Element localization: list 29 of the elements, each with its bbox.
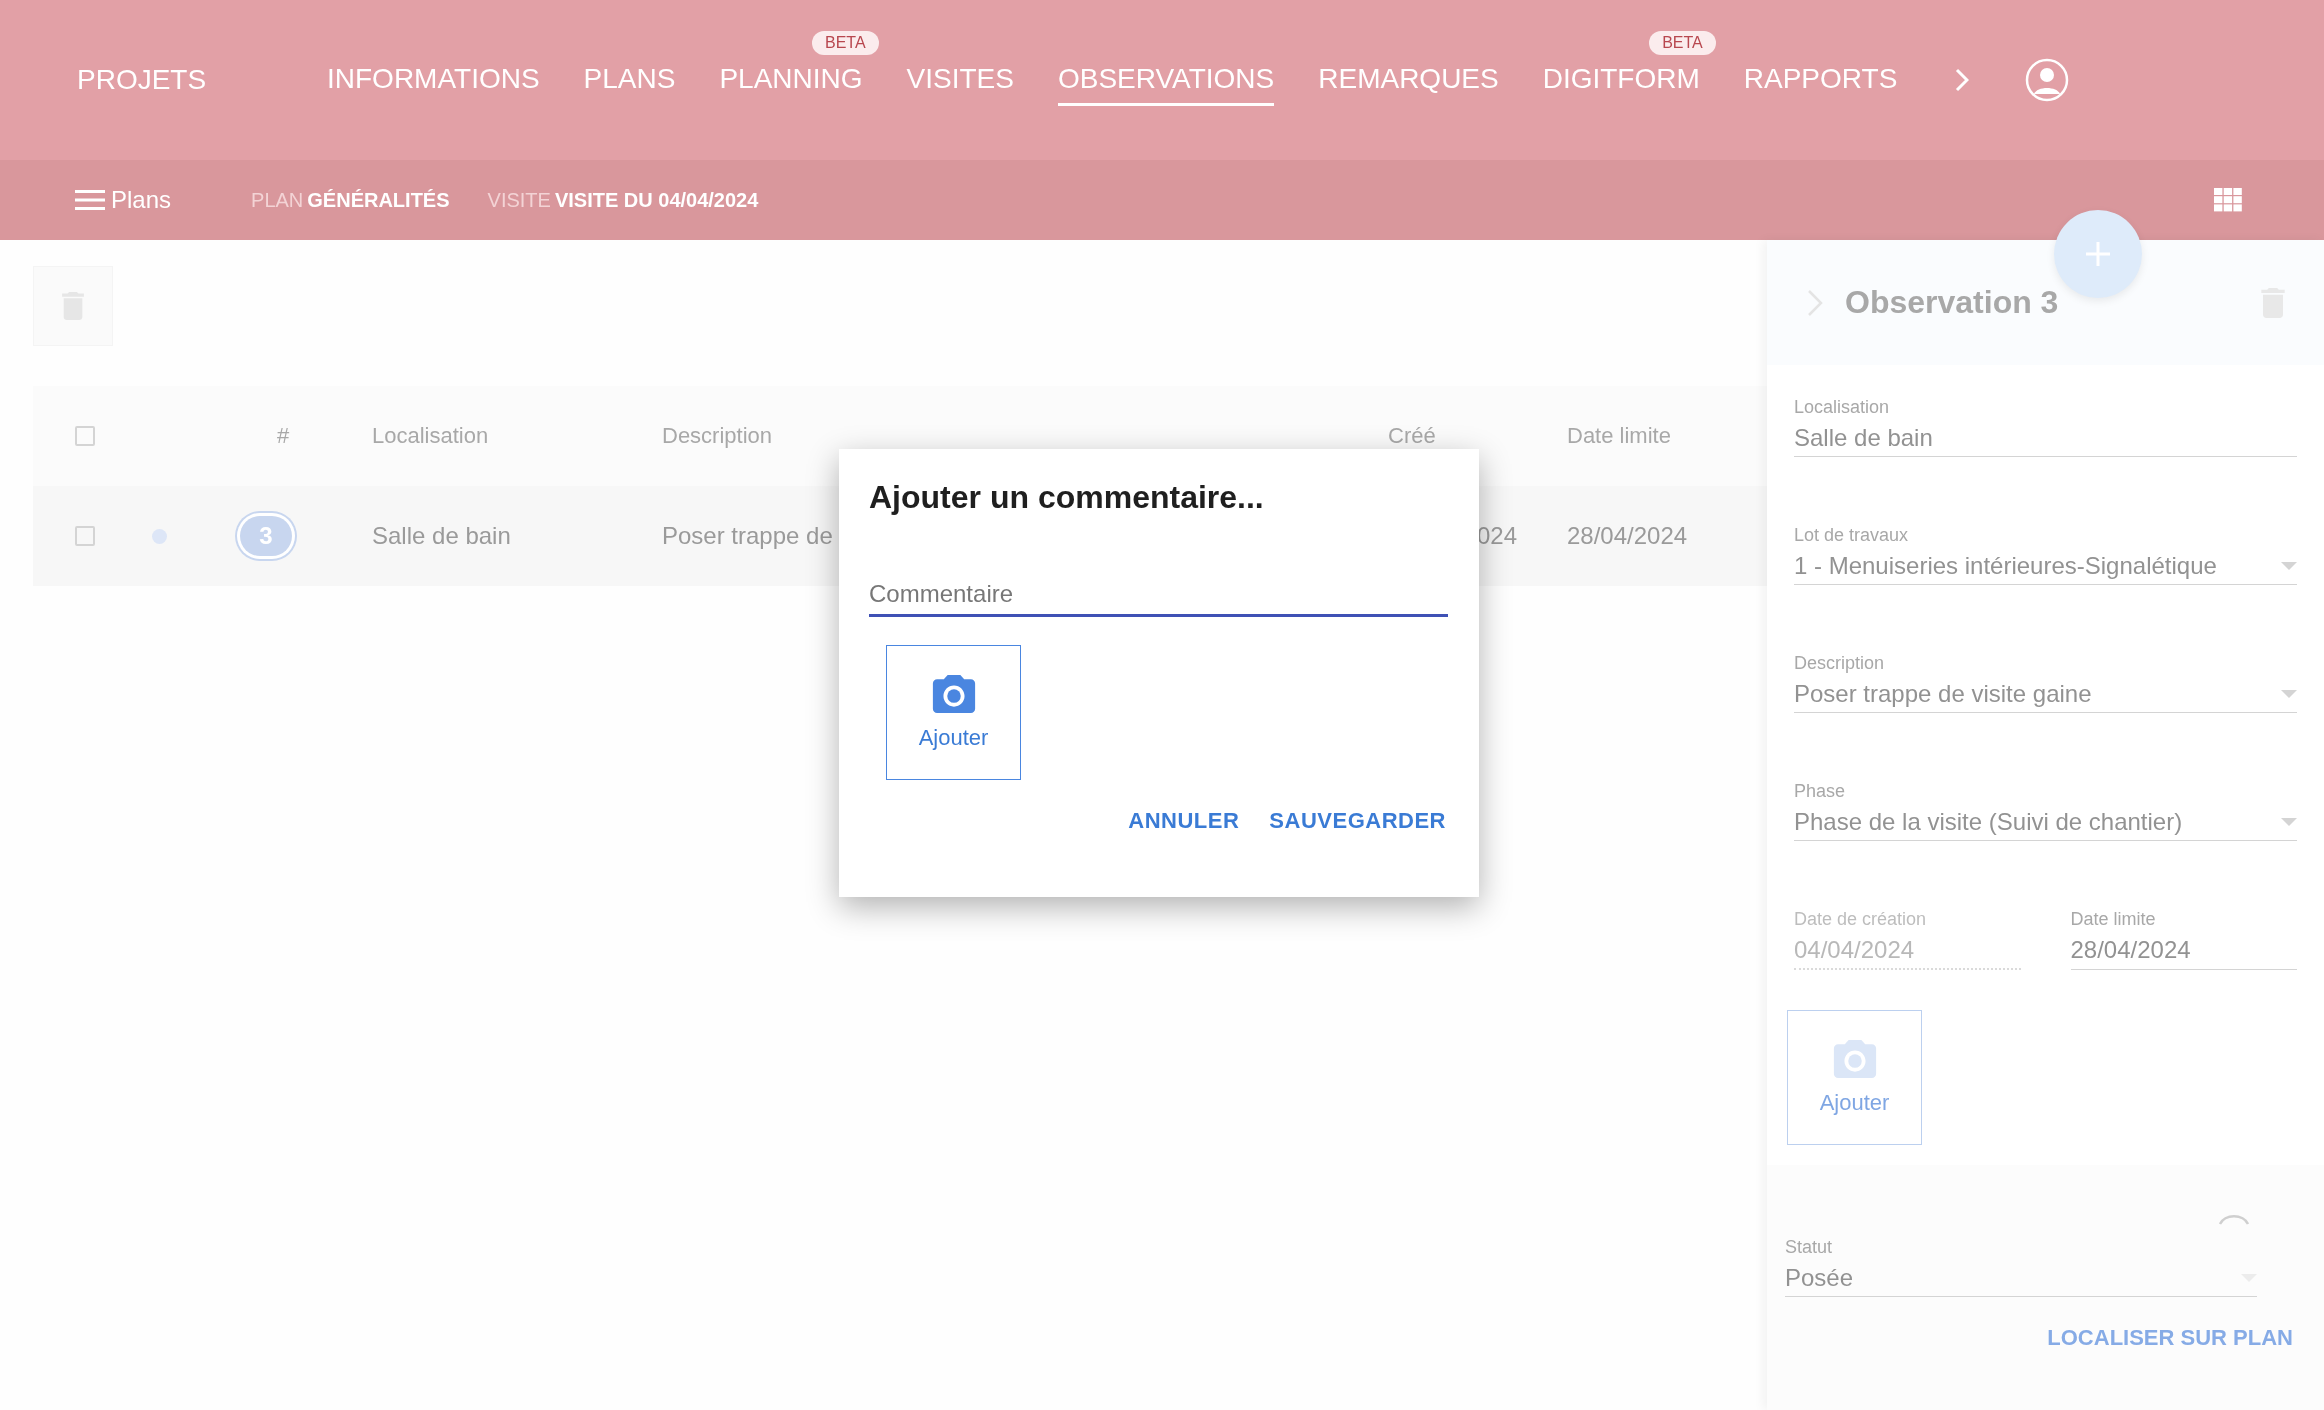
field-label: Phase	[1794, 781, 1847, 802]
field-label: Date limite	[2070, 909, 2157, 930]
field-value: 28/04/2024	[2070, 936, 2192, 964]
column-header: Date limite	[1567, 423, 1672, 449]
field-label: Statut	[1785, 1237, 1834, 1258]
panel-title: Observation 3	[1845, 284, 2060, 321]
field-value: Phase de la visite (Suivi de chantier)	[1794, 808, 2184, 836]
field-label: Description	[1794, 653, 1886, 674]
field-label: Date de création	[1794, 909, 1928, 930]
field-value: Posée	[1785, 1264, 1855, 1292]
breadcrumb-label: VISITE	[487, 188, 551, 212]
column-header: Description	[662, 423, 774, 449]
field-label: Localisation	[1794, 397, 1891, 418]
field-value: 1 - Menuiseries intérieures-Signalétique	[1794, 552, 2218, 580]
field-value: 04/04/2024	[1794, 936, 1916, 964]
table-cell-text: Poser trappe de	[662, 522, 834, 550]
field-value: Poser trappe de visite gaine	[1794, 680, 2093, 708]
dialog-title: Ajouter un commentaire...	[869, 479, 1265, 516]
table-cell-text: 024	[1477, 522, 1519, 550]
table-cell-text: Salle de bain	[372, 522, 512, 550]
column-header: Localisation	[372, 423, 490, 449]
column-header: #	[277, 423, 291, 449]
field-label: Lot de travaux	[1794, 525, 1910, 546]
beta-badge: BETA	[811, 30, 879, 55]
column-header: Créé	[1388, 423, 1437, 449]
breadcrumb-label: PLAN	[251, 188, 304, 212]
table-cell-text: 28/04/2024	[1567, 522, 1689, 550]
beta-badge: BETA	[1649, 30, 1716, 55]
field-value: Salle de bain	[1794, 424, 1934, 452]
